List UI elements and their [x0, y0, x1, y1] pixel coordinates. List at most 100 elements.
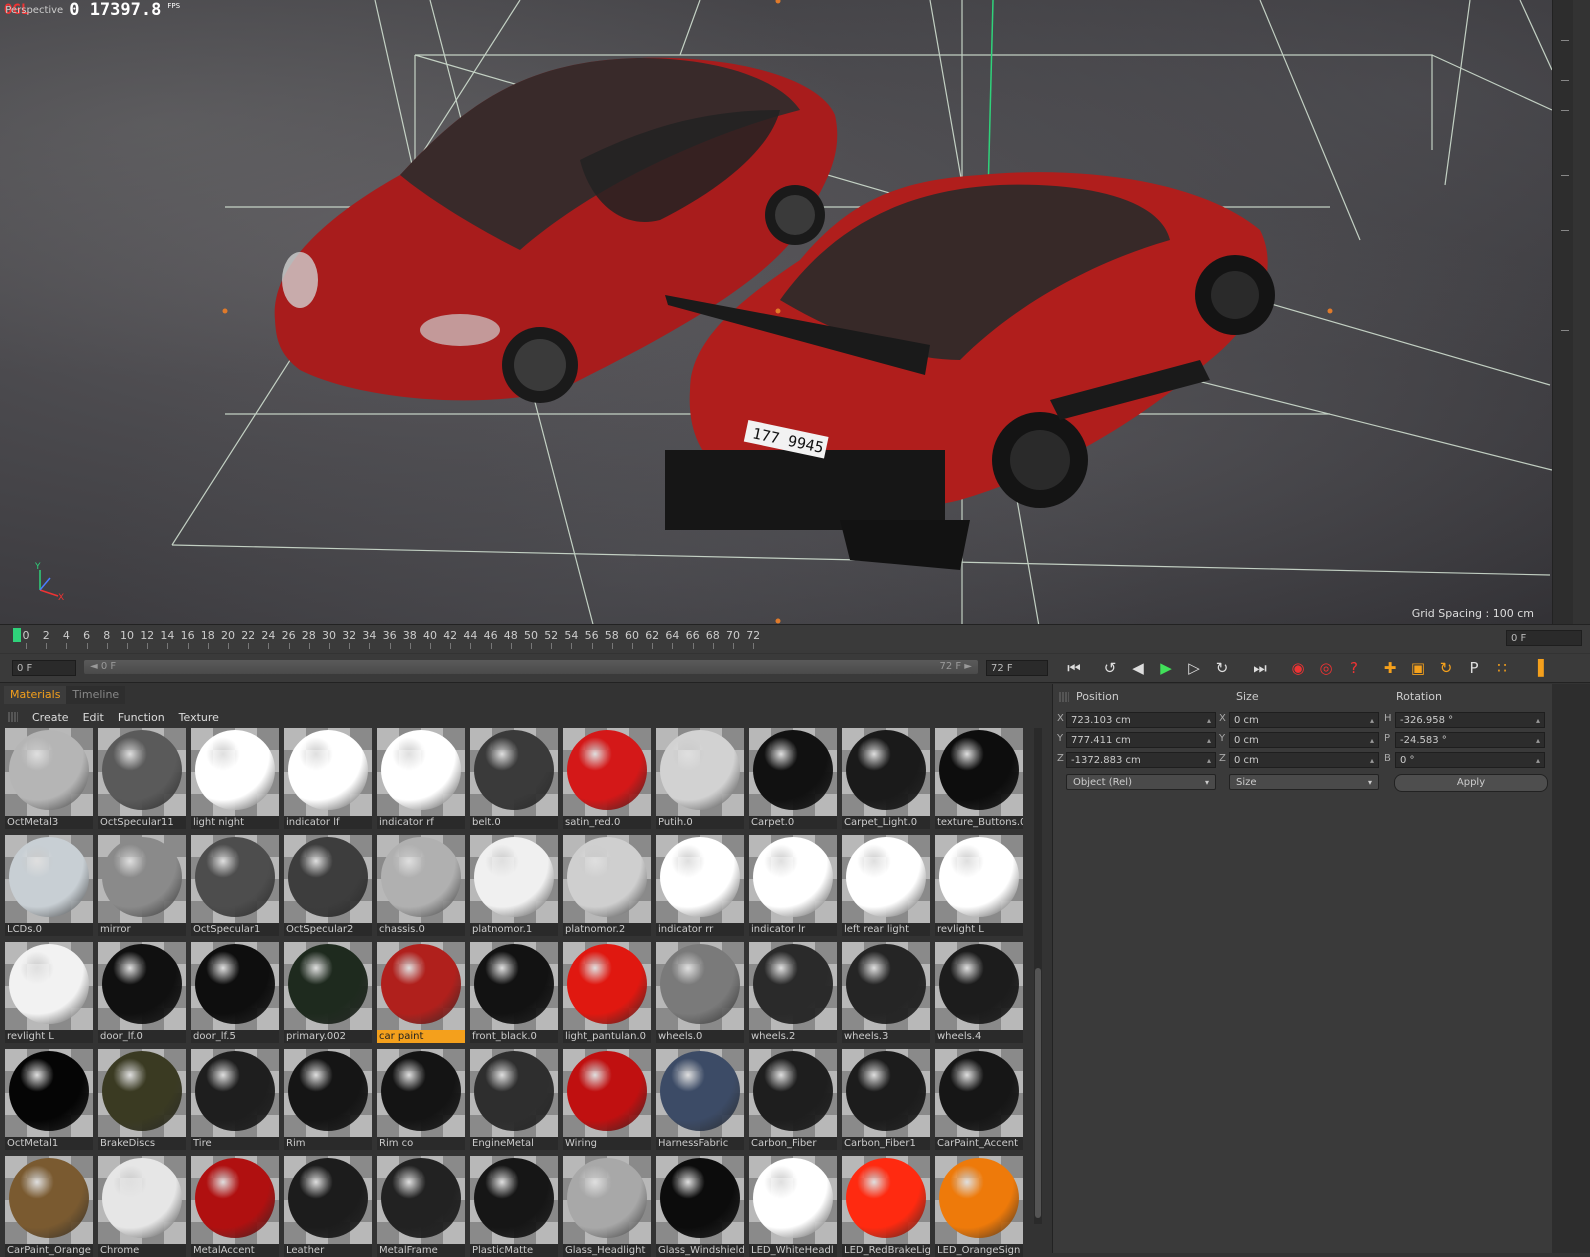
3d-viewport[interactable]: 177 9945 Y X OGL Perspective 0 17397.8 F… — [0, 0, 1572, 632]
material-item[interactable]: indicator lf — [284, 728, 372, 829]
material-item[interactable]: wheels.2 — [749, 942, 837, 1043]
material-item[interactable]: OctSpecular1 — [191, 835, 279, 936]
coordinate-mode-dropdown[interactable]: Object (Rel) ▾ — [1066, 774, 1216, 790]
material-item[interactable]: Carbon_Fiber — [749, 1049, 837, 1150]
material-item[interactable]: Tire — [191, 1049, 279, 1150]
pla-key-icon[interactable]: ∷ — [1490, 656, 1514, 680]
material-item[interactable]: Carpet.0 — [749, 728, 837, 829]
material-item[interactable]: BrakeDiscs — [98, 1049, 186, 1150]
material-item[interactable]: Glass_Windshield — [656, 1156, 744, 1257]
material-item[interactable]: chassis.0 — [377, 835, 465, 936]
keyframe-help-icon[interactable]: ? — [1342, 656, 1366, 680]
material-item[interactable]: OctSpecular11 — [98, 728, 186, 829]
material-item[interactable]: OctSpecular2 — [284, 835, 372, 936]
material-item[interactable]: MetalFrame — [377, 1156, 465, 1257]
material-item[interactable]: belt.0 — [470, 728, 558, 829]
material-item[interactable]: door_lf.5 — [191, 942, 279, 1043]
view-name[interactable]: Perspective — [5, 5, 63, 16]
material-item[interactable]: revlight L — [5, 942, 93, 1043]
param-key-icon[interactable]: P — [1462, 656, 1486, 680]
viewport-side-rail[interactable] — [1552, 0, 1573, 632]
go-to-end-icon[interactable]: ⏭ — [1248, 656, 1272, 680]
material-item[interactable]: wheels.3 — [842, 942, 930, 1043]
record-icon[interactable]: ◉ — [1286, 656, 1310, 680]
material-item[interactable]: door_lf.0 — [98, 942, 186, 1043]
material-item[interactable]: car paint — [377, 942, 465, 1043]
material-item[interactable]: LED_WhiteHeadl — [749, 1156, 837, 1257]
go-to-start-icon[interactable]: ⏮ — [1062, 656, 1086, 680]
material-item[interactable]: Carpet_Light.0 — [842, 728, 930, 829]
menu-create[interactable]: Create — [32, 711, 69, 724]
material-item[interactable]: light_pantulan.0 — [563, 942, 651, 1043]
material-item[interactable]: satin_red.0 — [563, 728, 651, 829]
scale-key-icon[interactable]: ▣ — [1406, 656, 1430, 680]
material-item[interactable]: CarPaint_Accent — [935, 1049, 1023, 1150]
material-item[interactable]: LCDs.0 — [5, 835, 93, 936]
pos-y-field[interactable]: 777.411 cm — [1066, 732, 1216, 749]
current-frame-field[interactable]: 0 F — [1506, 630, 1582, 646]
material-item[interactable]: wheels.4 — [935, 942, 1023, 1043]
grip-icon[interactable] — [1059, 692, 1069, 702]
material-item[interactable]: Rim co — [377, 1049, 465, 1150]
rot-p-field[interactable]: -24.583 ° — [1395, 732, 1545, 749]
rot-h-field[interactable]: -326.958 ° — [1395, 712, 1545, 729]
preview-range-slider[interactable]: ◄ 0 F 72 F ► — [84, 660, 978, 674]
material-item[interactable]: MetalAccent — [191, 1156, 279, 1257]
menu-texture[interactable]: Texture — [179, 711, 219, 724]
material-item[interactable]: LED_OrangeSign — [935, 1156, 1023, 1257]
apply-button[interactable]: Apply — [1394, 774, 1548, 792]
material-item[interactable]: Chrome — [98, 1156, 186, 1257]
material-scrollbar-thumb[interactable] — [1035, 968, 1041, 1218]
autokey-icon[interactable]: ◎ — [1314, 656, 1338, 680]
material-item[interactable]: primary.002 — [284, 942, 372, 1043]
material-item[interactable]: PlasticMatte — [470, 1156, 558, 1257]
material-item[interactable]: Putih.0 — [656, 728, 744, 829]
play-icon[interactable]: ▶ — [1154, 656, 1178, 680]
grip-icon[interactable] — [8, 712, 18, 722]
pos-z-field[interactable]: -1372.883 cm — [1066, 752, 1216, 769]
material-item[interactable]: Glass_Headlight — [563, 1156, 651, 1257]
tab-materials[interactable]: Materials — [4, 686, 67, 704]
start-frame-field[interactable]: 0 F — [12, 660, 76, 676]
material-item[interactable]: mirror — [98, 835, 186, 936]
rot-b-field[interactable]: 0 ° — [1395, 752, 1545, 769]
next-frame-icon[interactable]: ▷ — [1182, 656, 1206, 680]
menu-edit[interactable]: Edit — [83, 711, 104, 724]
material-item[interactable]: wheels.0 — [656, 942, 744, 1043]
material-item[interactable]: Rim — [284, 1049, 372, 1150]
current-frame-marker[interactable] — [13, 628, 21, 642]
material-item[interactable]: Carbon_Fiber1 — [842, 1049, 930, 1150]
material-item[interactable]: Wiring — [563, 1049, 651, 1150]
material-item[interactable]: HarnessFabric — [656, 1049, 744, 1150]
end-frame-field[interactable]: 72 F — [986, 660, 1048, 676]
material-item[interactable]: EngineMetal — [470, 1049, 558, 1150]
pos-x-field[interactable]: 723.103 cm — [1066, 712, 1216, 729]
menu-function[interactable]: Function — [118, 711, 165, 724]
size-x-field[interactable]: 0 cm — [1229, 712, 1379, 729]
timeline-ruler[interactable]: 0 2 4 6 8 10 12 14 16 18 20 22 24 26 28 30 32 34 36 38 40 42 4… — [0, 624, 1590, 653]
material-item[interactable]: revlight L — [935, 835, 1023, 936]
material-item[interactable]: OctMetal3 — [5, 728, 93, 829]
material-item[interactable]: Leather — [284, 1156, 372, 1257]
next-key-icon[interactable]: ↻ — [1210, 656, 1234, 680]
material-item[interactable]: OctMetal1 — [5, 1049, 93, 1150]
move-key-icon[interactable]: ✚ — [1378, 656, 1402, 680]
size-z-field[interactable]: 0 cm — [1229, 752, 1379, 769]
material-item[interactable]: platnomor.1 — [470, 835, 558, 936]
rotate-key-icon[interactable]: ↻ — [1434, 656, 1458, 680]
timeline-window-icon[interactable]: ▐ — [1526, 656, 1550, 680]
size-y-field[interactable]: 0 cm — [1229, 732, 1379, 749]
material-item[interactable]: left rear light — [842, 835, 930, 936]
material-item[interactable]: LED_RedBrakeLig — [842, 1156, 930, 1257]
material-item[interactable]: light night — [191, 728, 279, 829]
prev-frame-icon[interactable]: ◀ — [1126, 656, 1150, 680]
material-item[interactable]: indicator lr — [749, 835, 837, 936]
tab-timeline[interactable]: Timeline — [66, 686, 126, 704]
material-item[interactable]: texture_Buttons.0 — [935, 728, 1023, 829]
material-item[interactable]: platnomor.2 — [563, 835, 651, 936]
size-mode-dropdown[interactable]: Size ▾ — [1229, 774, 1379, 790]
prev-key-icon[interactable]: ↺ — [1098, 656, 1122, 680]
material-item[interactable]: front_black.0 — [470, 942, 558, 1043]
material-item[interactable]: CarPaint_Orange — [5, 1156, 93, 1257]
material-item[interactable]: indicator rf — [377, 728, 465, 829]
